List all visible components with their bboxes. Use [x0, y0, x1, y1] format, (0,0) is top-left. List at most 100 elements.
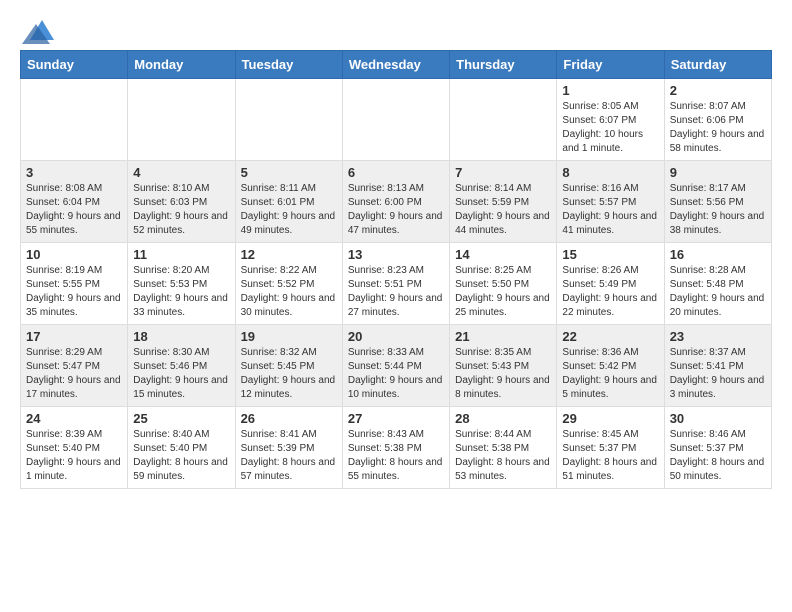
calendar-cell: 13 Sunrise: 8:23 AM Sunset: 5:51 PM Dayli… [342, 243, 449, 325]
day-info: Sunrise: 8:19 AM Sunset: 5:55 PM Dayligh… [26, 264, 122, 320]
calendar-cell: 25 Sunrise: 8:40 AM Sunset: 5:40 PM Dayli… [128, 407, 235, 489]
day-info: Sunrise: 8:22 AM Sunset: 5:52 PM Dayligh… [241, 264, 337, 320]
day-number: 14 [455, 247, 551, 262]
day-info: Sunrise: 8:41 AM Sunset: 5:39 PM Dayligh… [241, 428, 337, 484]
day-info: Sunrise: 8:43 AM Sunset: 5:38 PM Dayligh… [348, 428, 444, 484]
day-info: Sunrise: 8:08 AM Sunset: 6:04 PM Dayligh… [26, 182, 122, 238]
day-info: Sunrise: 8:13 AM Sunset: 6:00 PM Dayligh… [348, 182, 444, 238]
day-info: Sunrise: 8:10 AM Sunset: 6:03 PM Dayligh… [133, 182, 229, 238]
calendar-cell: 24 Sunrise: 8:39 AM Sunset: 5:40 PM Dayli… [21, 407, 128, 489]
calendar-cell: 18 Sunrise: 8:30 AM Sunset: 5:46 PM Dayli… [128, 325, 235, 407]
logo-icon [22, 16, 54, 44]
day-info: Sunrise: 8:20 AM Sunset: 5:53 PM Dayligh… [133, 264, 229, 320]
day-info: Sunrise: 8:36 AM Sunset: 5:42 PM Dayligh… [562, 346, 658, 402]
weekday-header-saturday: Saturday [664, 51, 771, 79]
calendar-cell: 10 Sunrise: 8:19 AM Sunset: 5:55 PM Dayli… [21, 243, 128, 325]
day-number: 5 [241, 165, 337, 180]
day-info: Sunrise: 8:17 AM Sunset: 5:56 PM Dayligh… [670, 182, 766, 238]
calendar-week-4: 17Sunrise: 8:29 AM Sunset: 5:47 PM Dayli… [21, 325, 772, 407]
day-info: Sunrise: 8:11 AM Sunset: 6:01 PM Dayligh… [241, 182, 337, 238]
calendar-week-2: 3 Sunrise: 8:08 AM Sunset: 6:04 PM Daylig… [21, 161, 772, 243]
calendar-cell: 6 Sunrise: 8:13 AM Sunset: 6:00 PM Daylig… [342, 161, 449, 243]
calendar-cell: 7 Sunrise: 8:14 AM Sunset: 5:59 PM Daylig… [450, 161, 557, 243]
day-number: 3 [26, 165, 122, 180]
day-number: 30 [670, 411, 766, 426]
day-number: 12 [241, 247, 337, 262]
day-info: Sunrise: 8:26 AM Sunset: 5:49 PM Dayligh… [562, 264, 658, 320]
calendar-week-1: 1 Sunrise: 8:05 AM Sunset: 6:07 PM Daylig… [21, 79, 772, 161]
day-number: 2 [670, 83, 766, 98]
day-info: Sunrise: 8:23 AM Sunset: 5:51 PM Dayligh… [348, 264, 444, 320]
day-info: Sunrise: 8:33 AM Sunset: 5:44 PM Dayligh… [348, 346, 444, 402]
day-number: 17 [26, 329, 122, 344]
calendar-cell: 2 Sunrise: 8:07 AM Sunset: 6:06 PM Daylig… [664, 79, 771, 161]
day-number: 29 [562, 411, 658, 426]
calendar-table: SundayMondayTuesdayWednesdayThursdayFrid… [20, 50, 772, 489]
day-info: Sunrise: 8:39 AM Sunset: 5:40 PM Dayligh… [26, 428, 122, 484]
calendar-cell: 15 Sunrise: 8:26 AM Sunset: 5:49 PM Dayli… [557, 243, 664, 325]
day-number: 25 [133, 411, 229, 426]
day-number: 21 [455, 329, 551, 344]
calendar-cell: 29Sunrise: 8:45 AM Sunset: 5:37 PM Dayli… [557, 407, 664, 489]
day-number: 9 [670, 165, 766, 180]
calendar-cell: 20 Sunrise: 8:33 AM Sunset: 5:44 PM Dayli… [342, 325, 449, 407]
calendar-cell: 3 Sunrise: 8:08 AM Sunset: 6:04 PM Daylig… [21, 161, 128, 243]
calendar-cell: 11 Sunrise: 8:20 AM Sunset: 5:53 PM Dayli… [128, 243, 235, 325]
day-info: Sunrise: 8:28 AM Sunset: 5:48 PM Dayligh… [670, 264, 766, 320]
calendar-cell: 14Sunrise: 8:25 AM Sunset: 5:50 PM Dayli… [450, 243, 557, 325]
day-info: Sunrise: 8:44 AM Sunset: 5:38 PM Dayligh… [455, 428, 551, 484]
calendar-cell [342, 79, 449, 161]
calendar-cell: 19Sunrise: 8:32 AM Sunset: 5:45 PM Dayli… [235, 325, 342, 407]
calendar-cell: 30 Sunrise: 8:46 AM Sunset: 5:37 PM Dayli… [664, 407, 771, 489]
day-number: 26 [241, 411, 337, 426]
calendar-cell: 4 Sunrise: 8:10 AM Sunset: 6:03 PM Daylig… [128, 161, 235, 243]
calendar-cell: 8Sunrise: 8:16 AM Sunset: 5:57 PM Daylig… [557, 161, 664, 243]
calendar-cell [21, 79, 128, 161]
calendar-cell [128, 79, 235, 161]
calendar-cell: 1 Sunrise: 8:05 AM Sunset: 6:07 PM Daylig… [557, 79, 664, 161]
day-number: 10 [26, 247, 122, 262]
day-info: Sunrise: 8:40 AM Sunset: 5:40 PM Dayligh… [133, 428, 229, 484]
calendar-cell [235, 79, 342, 161]
day-number: 20 [348, 329, 444, 344]
day-number: 7 [455, 165, 551, 180]
calendar-cell: 12 Sunrise: 8:22 AM Sunset: 5:52 PM Dayli… [235, 243, 342, 325]
day-number: 15 [562, 247, 658, 262]
logo [20, 16, 54, 44]
calendar-week-5: 24 Sunrise: 8:39 AM Sunset: 5:40 PM Dayli… [21, 407, 772, 489]
day-info: Sunrise: 8:07 AM Sunset: 6:06 PM Dayligh… [670, 100, 766, 156]
day-info: Sunrise: 8:37 AM Sunset: 5:41 PM Dayligh… [670, 346, 766, 402]
day-info: Sunrise: 8:35 AM Sunset: 5:43 PM Dayligh… [455, 346, 551, 402]
page-header [20, 16, 772, 44]
day-number: 27 [348, 411, 444, 426]
day-info: Sunrise: 8:46 AM Sunset: 5:37 PM Dayligh… [670, 428, 766, 484]
day-number: 11 [133, 247, 229, 262]
day-number: 23 [670, 329, 766, 344]
calendar-cell: 5 Sunrise: 8:11 AM Sunset: 6:01 PM Daylig… [235, 161, 342, 243]
day-number: 24 [26, 411, 122, 426]
day-info: Sunrise: 8:05 AM Sunset: 6:07 PM Dayligh… [562, 100, 658, 156]
calendar-cell: 23 Sunrise: 8:37 AM Sunset: 5:41 PM Dayli… [664, 325, 771, 407]
calendar-week-3: 10 Sunrise: 8:19 AM Sunset: 5:55 PM Dayli… [21, 243, 772, 325]
calendar-cell: 21 Sunrise: 8:35 AM Sunset: 5:43 PM Dayli… [450, 325, 557, 407]
calendar-cell: 16 Sunrise: 8:28 AM Sunset: 5:48 PM Dayli… [664, 243, 771, 325]
header-row: SundayMondayTuesdayWednesdayThursdayFrid… [21, 51, 772, 79]
weekday-header-friday: Friday [557, 51, 664, 79]
weekday-header-tuesday: Tuesday [235, 51, 342, 79]
day-info: Sunrise: 8:14 AM Sunset: 5:59 PM Dayligh… [455, 182, 551, 238]
weekday-header-sunday: Sunday [21, 51, 128, 79]
day-number: 1 [562, 83, 658, 98]
day-info: Sunrise: 8:16 AM Sunset: 5:57 PM Dayligh… [562, 182, 658, 238]
calendar-cell: 22 Sunrise: 8:36 AM Sunset: 5:42 PM Dayli… [557, 325, 664, 407]
calendar-cell: 17Sunrise: 8:29 AM Sunset: 5:47 PM Dayli… [21, 325, 128, 407]
day-number: 18 [133, 329, 229, 344]
day-number: 13 [348, 247, 444, 262]
day-number: 22 [562, 329, 658, 344]
page-container: SundayMondayTuesdayWednesdayThursdayFrid… [0, 0, 792, 505]
day-number: 16 [670, 247, 766, 262]
day-info: Sunrise: 8:30 AM Sunset: 5:46 PM Dayligh… [133, 346, 229, 402]
calendar-cell: 27 Sunrise: 8:43 AM Sunset: 5:38 PM Dayli… [342, 407, 449, 489]
day-number: 6 [348, 165, 444, 180]
day-number: 4 [133, 165, 229, 180]
weekday-header-wednesday: Wednesday [342, 51, 449, 79]
